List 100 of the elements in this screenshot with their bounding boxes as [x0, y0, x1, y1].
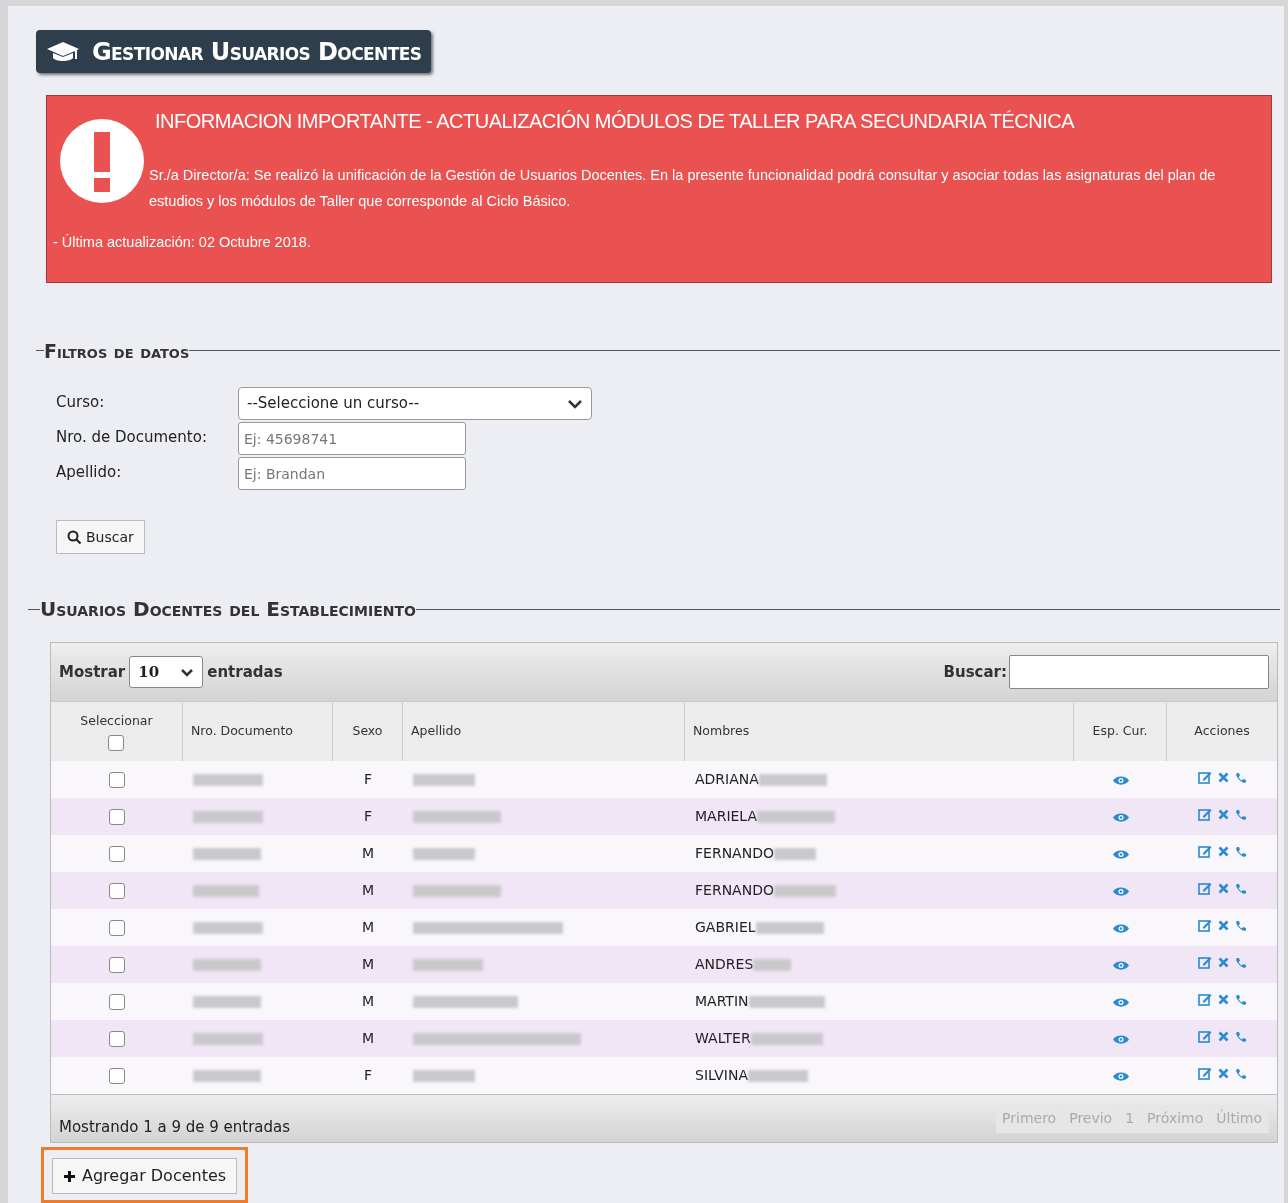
table-cell-text: M: [361, 844, 375, 863]
graduation-cap-icon: [46, 39, 80, 64]
phone-icon[interactable]: [1234, 993, 1247, 1006]
table-row[interactable]: M WALTER: [51, 1020, 1277, 1057]
table-cell-text: M: [361, 992, 375, 1011]
checkbox[interactable]: [109, 1067, 125, 1084]
redacted-text: [773, 885, 836, 897]
redacted-text: [193, 1033, 263, 1045]
text-field[interactable]: Ej: Brandan: [238, 457, 466, 491]
redacted-text: [193, 848, 261, 860]
eye-icon[interactable]: [1111, 1070, 1130, 1082]
table-row[interactable]: M ANDRES: [51, 946, 1277, 983]
table-cell-text: M: [361, 955, 375, 974]
checkbox[interactable]: [109, 771, 125, 788]
text-field[interactable]: Ej: 45698741: [238, 422, 466, 456]
course-select[interactable]: --Seleccione un curso--: [238, 387, 592, 421]
eye-icon[interactable]: [1111, 959, 1130, 971]
edit-icon[interactable]: [1197, 993, 1212, 1006]
search-button[interactable]: Buscar: [56, 520, 145, 554]
entries-info: Mostrando 1 a 9 de 9 entradas: [59, 1117, 291, 1139]
edit-icon[interactable]: [1197, 771, 1212, 784]
edit-icon[interactable]: [1197, 1067, 1212, 1080]
table-cell-text: M: [361, 881, 375, 900]
table-row[interactable]: M GABRIEL: [51, 909, 1277, 946]
delete-icon[interactable]: [1217, 994, 1229, 1005]
page-title: Gestionar Usuarios Docentes: [92, 36, 422, 68]
table-cell-text: F: [363, 1066, 373, 1085]
redacted-text: [413, 774, 475, 786]
table-cell-text: M: [361, 918, 375, 937]
checkbox[interactable]: [109, 1030, 125, 1047]
checkbox[interactable]: [109, 956, 125, 973]
phone-icon[interactable]: [1234, 956, 1247, 969]
phone-icon[interactable]: [1234, 882, 1247, 895]
phone-icon[interactable]: [1234, 808, 1247, 821]
redacted-text: [193, 774, 263, 786]
exclamation-icon: [59, 118, 145, 204]
edit-icon[interactable]: [1197, 956, 1212, 969]
search-icon: [67, 529, 82, 545]
eye-icon[interactable]: [1111, 885, 1130, 897]
phone-icon[interactable]: [1234, 771, 1247, 784]
redacted-text: [758, 774, 827, 786]
redacted-text: [193, 959, 261, 971]
redacted-text: [193, 922, 263, 934]
field-label: Apellido:: [56, 462, 123, 484]
page-size-select[interactable]: 10: [129, 656, 204, 688]
phone-icon[interactable]: [1234, 1067, 1247, 1080]
edit-icon[interactable]: [1197, 845, 1212, 858]
add-teachers-button[interactable]: Agregar Docentes: [52, 1158, 238, 1194]
table-row[interactable]: M FERNANDO: [51, 872, 1277, 909]
alert-message: Sr./a Director/a: Se realizó la unificación de la Gestión de Usuarios Docentes. En la presente funcionalidad podrá consultar y asociar todas las asignaturas del plan de estudios y los módulos de Taller que corresponde al Ciclo Básico.: [149, 166, 1217, 211]
table-row[interactable]: F ADRIANA: [51, 761, 1277, 798]
first-name: FERNANDO: [695, 845, 774, 861]
first-name: MARIELA: [695, 808, 758, 824]
chevron-down-icon: [567, 398, 583, 409]
table-row[interactable]: M MARTIN: [51, 983, 1277, 1020]
phone-icon[interactable]: [1234, 1030, 1247, 1043]
delete-icon[interactable]: [1217, 772, 1229, 783]
delete-icon[interactable]: [1217, 1031, 1229, 1042]
checkbox[interactable]: [108, 734, 125, 751]
table-row[interactable]: F SILVINA: [51, 1057, 1277, 1094]
checkbox[interactable]: [109, 919, 125, 936]
edit-icon[interactable]: [1197, 882, 1212, 895]
eye-icon[interactable]: [1111, 848, 1130, 860]
eye-icon[interactable]: [1111, 774, 1130, 786]
table-cell-text: M: [361, 1029, 375, 1048]
table-row[interactable]: M FERNANDO: [51, 835, 1277, 872]
redacted-text: [413, 848, 475, 860]
edit-icon[interactable]: [1197, 919, 1212, 932]
redacted-text: [773, 848, 816, 860]
table-search-field[interactable]: [1009, 655, 1269, 689]
delete-icon[interactable]: [1217, 846, 1229, 857]
first-name: MARTIN: [695, 993, 749, 1009]
checkbox[interactable]: [109, 845, 125, 862]
checkbox[interactable]: [109, 993, 125, 1010]
plus-icon: [63, 1169, 76, 1183]
phone-icon[interactable]: [1234, 919, 1247, 932]
chevron-down-icon: [180, 667, 195, 677]
eye-icon[interactable]: [1111, 996, 1130, 1008]
phone-icon[interactable]: [1234, 845, 1247, 858]
eye-icon[interactable]: [1111, 811, 1130, 823]
entries-label: entradas: [207, 661, 283, 683]
checkbox[interactable]: [109, 882, 125, 899]
delete-icon[interactable]: [1217, 920, 1229, 931]
redacted-text: [753, 959, 792, 971]
checkbox[interactable]: [109, 808, 125, 825]
delete-icon[interactable]: [1217, 957, 1229, 968]
alert-title: INFORMACION IMPORTANTE - ACTUALIZACIÓN MÓDULOS DE TALLER PARA SECUNDARIA TÉCNICA: [155, 109, 1076, 134]
eye-icon[interactable]: [1111, 1033, 1130, 1045]
edit-icon[interactable]: [1197, 808, 1212, 821]
redacted-text: [413, 1070, 475, 1082]
field-label: Curso:: [56, 392, 106, 414]
edit-icon[interactable]: [1197, 1030, 1212, 1043]
delete-icon[interactable]: [1217, 1068, 1229, 1079]
eye-icon[interactable]: [1111, 922, 1130, 934]
first-name: WALTER: [695, 1030, 751, 1046]
delete-icon[interactable]: [1217, 883, 1229, 894]
field-label: Nro. de Documento:: [56, 427, 208, 449]
table-row[interactable]: F MARIELA: [51, 798, 1277, 835]
first-name: ANDRES: [695, 956, 754, 972]
delete-icon[interactable]: [1217, 809, 1229, 820]
